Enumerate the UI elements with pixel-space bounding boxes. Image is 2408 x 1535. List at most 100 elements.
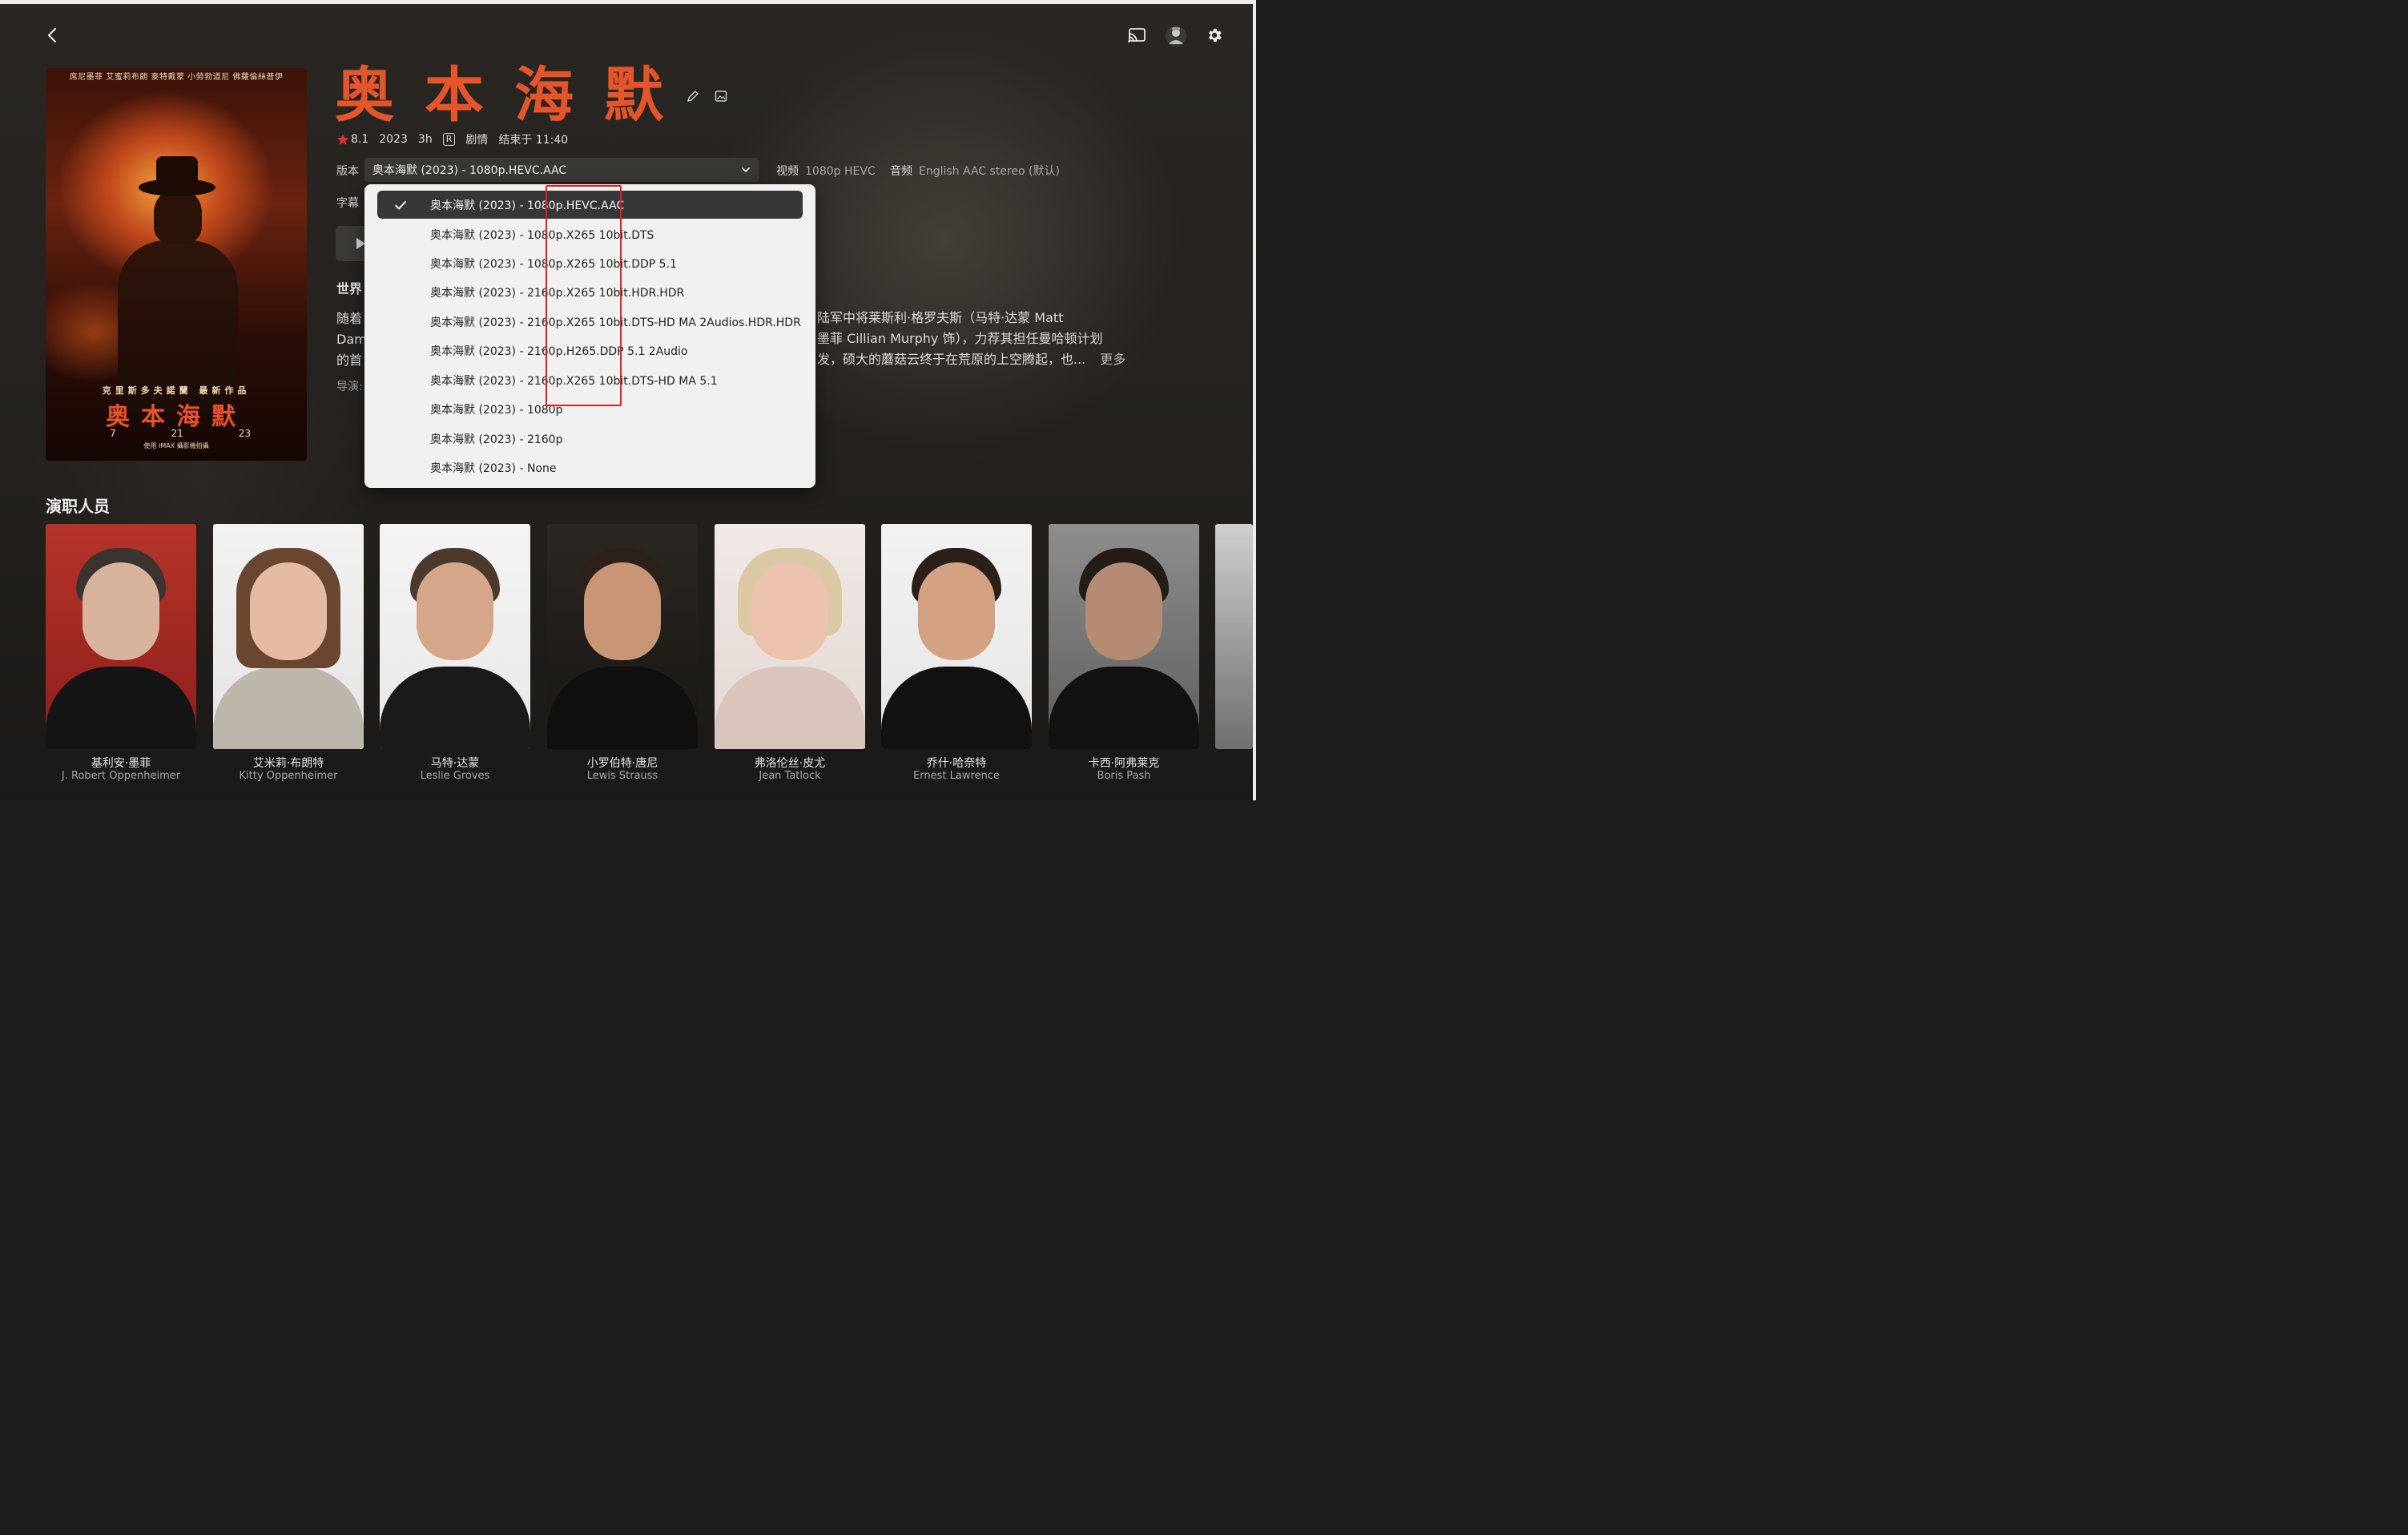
person-face (751, 562, 828, 660)
overview-left: 随着 Dam 的首 (336, 308, 368, 371)
person-face (83, 562, 159, 660)
cast-role: J. Robert Oppenheimer (61, 770, 181, 782)
cast-role: Leslie Groves (420, 770, 490, 782)
director-label: 导演: (336, 381, 363, 393)
cast-card[interactable]: 乔什·哈奈特 Ernest Lawrence (881, 524, 1032, 782)
cast-photo (46, 524, 196, 749)
audio-info: 音频 English AAC stereo (默认) (890, 163, 1060, 179)
version-option[interactable]: 奥本海默 (2023) - None (377, 453, 803, 481)
person-shoulders (213, 667, 364, 749)
cast-name: 乔什·哈奈特 (926, 757, 987, 770)
cast-role: Kitty Oppenheimer (239, 770, 338, 782)
cast-name: 马特·达蒙 (430, 757, 480, 770)
cast-name: 小罗伯特·唐尼 (586, 757, 658, 770)
poster-date-day: 21 (171, 428, 183, 439)
image-icon (715, 91, 727, 102)
cast-card[interactable]: 弗洛伦丝·皮尤 Jean Tatlock (715, 524, 865, 782)
checkmark-icon (395, 201, 406, 210)
version-option-label: 奥本海默 (2023) - None (430, 461, 557, 475)
version-label: 版本 (336, 165, 359, 178)
cast-photo (547, 524, 698, 749)
version-option[interactable]: 奥本海默 (2023) - 2160p (377, 425, 803, 453)
cast-photo (881, 524, 1032, 749)
person-face (584, 562, 661, 660)
cast-photo (1049, 524, 1199, 749)
person-face (1085, 562, 1162, 660)
genre: 剧情 (465, 134, 489, 147)
window-right-edge (1253, 0, 1256, 800)
poster-figure-head (154, 188, 202, 244)
back-button[interactable] (42, 24, 64, 46)
cast-name: 基利安·墨菲 (91, 757, 151, 770)
window-top-edge (0, 0, 1256, 4)
cast-card[interactable]: 小罗伯特·唐尼 Lewis Strauss (547, 524, 698, 782)
ends-at: 结束于 11:40 (498, 134, 569, 147)
settings-button[interactable] (1203, 24, 1226, 46)
year: 2023 (379, 133, 408, 146)
overview-line2-right: 墨菲 Cillian Murphy 饰），力荐其担任曼哈顿计划 (817, 331, 1103, 346)
person-face (417, 562, 493, 660)
person-shoulders (380, 667, 530, 749)
runtime: 3h (417, 133, 433, 146)
star-icon (337, 134, 348, 145)
video-value: 1080p HEVC (805, 165, 876, 178)
cast-icon (1128, 28, 1146, 42)
overview-line1-right: 陆军中将莱斯利·格罗夫斯（马特·达蒙 Matt (817, 310, 1064, 325)
page-title: 奥本海默 (335, 61, 694, 130)
movie-detail-page: 席尼墨菲 艾蜜莉布朗 麥特戴蒙 小勞勃道尼 佛蘿倫絲普伊 克里斯多夫諾蘭 最新作… (0, 0, 1256, 800)
community-rating: 8.1 (336, 133, 368, 146)
poster-date: 7 21 23 (110, 428, 251, 439)
person-face (250, 562, 327, 660)
cast-name: 艾米莉·布朗特 (252, 757, 324, 770)
person-shoulders (881, 667, 1032, 749)
avatar[interactable] (1163, 23, 1189, 49)
user-avatar-icon (1166, 26, 1186, 46)
version-option-label: 奥本海默 (2023) - 1080p (430, 403, 563, 417)
cast-photo (213, 524, 364, 749)
cast-card[interactable]: 马特·达蒙 Leslie Groves (380, 524, 530, 782)
person-shoulders (46, 667, 196, 749)
chevron-down-icon (742, 167, 750, 173)
audio-value: English AAC stereo (默认) (919, 165, 1060, 178)
cast-role: Lewis Strauss (586, 770, 658, 782)
person-shoulders (1049, 667, 1199, 749)
cast-card-partial[interactable] (1215, 524, 1253, 749)
cast-card[interactable]: 艾米莉·布朗特 Kitty Oppenheimer (213, 524, 364, 782)
version-select[interactable]: 奥本海默 (2023) - 1080p.HEVC.AAC (364, 158, 759, 182)
cast-card[interactable]: 基利安·墨菲 J. Robert Oppenheimer (46, 524, 196, 782)
pencil-icon (687, 91, 699, 102)
poster-imax: 使用 IMAX 攝影機拍攝 (143, 442, 209, 449)
cast-photo (380, 524, 530, 749)
gear-icon (1209, 28, 1222, 42)
overview-line3-left: 的首 (336, 353, 363, 368)
cast-button[interactable] (1125, 24, 1149, 46)
overview-line3-row: 发，硕大的蘑菇云终于在荒原的上空腾起，也... 更多 (817, 349, 1125, 370)
cast-role: Ernest Lawrence (913, 770, 1000, 782)
cast-role: Boris Pash (1097, 770, 1151, 782)
cast-name: 卡西·阿弗莱克 (1088, 757, 1160, 770)
back-arrow-icon (47, 27, 57, 43)
certification-badge: R (442, 133, 456, 146)
version-select-value: 奥本海默 (2023) - 1080p.HEVC.AAC (372, 164, 567, 177)
rating-value: 8.1 (351, 133, 369, 146)
subtitle-label: 字幕 (336, 197, 359, 210)
edit-images-button[interactable] (714, 89, 728, 103)
cast-photo (715, 524, 865, 749)
poster-director: 克里斯多夫諾蘭 最新作品 (102, 385, 251, 396)
poster-date-year: 23 (238, 428, 251, 439)
cast-card[interactable]: 卡西·阿弗莱克 Boris Pash (1049, 524, 1199, 782)
poster-title: 奥本海默 (106, 403, 247, 431)
cast-section-title: 演职人员 (46, 497, 110, 516)
poster-date-month: 7 (110, 428, 116, 439)
overview-right: 陆军中将莱斯利·格罗夫斯（马特·达蒙 Matt 墨菲 Cillian Murph… (817, 308, 1125, 370)
more-link[interactable]: 更多 (1100, 352, 1125, 367)
poster-credits: 席尼墨菲 艾蜜莉布朗 麥特戴蒙 小勞勃道尼 佛蘿倫絲普伊 (69, 73, 284, 82)
poster-hat-brim (139, 179, 215, 196)
cast-role: Jean Tatlock (759, 770, 821, 782)
audio-label: 音频 (890, 165, 912, 178)
person-shoulders (715, 667, 865, 749)
tagline: 世界 (336, 281, 363, 296)
movie-poster[interactable]: 席尼墨菲 艾蜜莉布朗 麥特戴蒙 小勞勃道尼 佛蘿倫絲普伊 克里斯多夫諾蘭 最新作… (46, 68, 307, 461)
edit-metadata-button[interactable] (686, 89, 700, 103)
movie-meta: 8.1 2023 3h R 剧情 结束于 11:40 (336, 131, 568, 147)
